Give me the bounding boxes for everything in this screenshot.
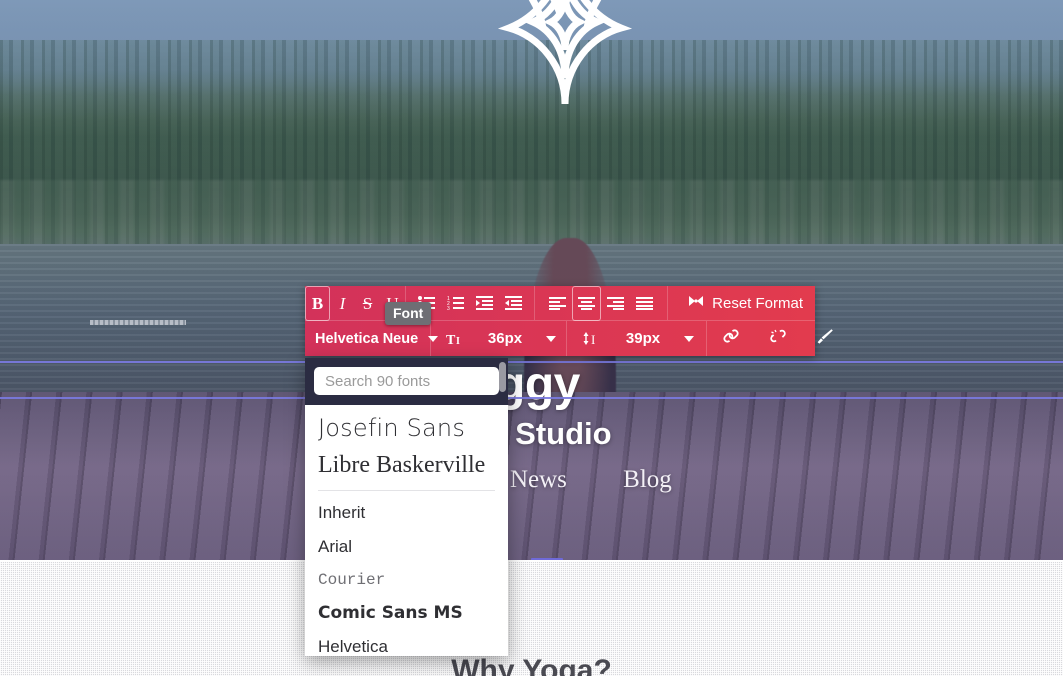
font-option-helvetica[interactable]: Helvetica (305, 630, 508, 656)
editor-screen: Iggy oga Studio About News Blog Why Yoga… (0, 0, 1063, 676)
lotus-mandala-logo-icon (461, 0, 669, 108)
font-option-arial[interactable]: Arial (305, 530, 508, 564)
font-dropdown-panel: Josefin Sans Libre Baskerville Inherit A… (305, 358, 508, 656)
font-search-box[interactable] (314, 367, 508, 395)
align-left-button[interactable] (543, 286, 572, 321)
background-detail (90, 320, 186, 325)
hero-title[interactable]: Iggy (0, 358, 1063, 412)
paintbrush-icon (816, 328, 834, 350)
line-height-group: I 39px (567, 321, 707, 356)
font-dropdown-scrollbar[interactable] (499, 362, 506, 392)
font-size-group: TI 36px (431, 321, 567, 356)
lower-section: Why Yoga? (0, 560, 1063, 676)
italic-button[interactable]: I (330, 286, 355, 321)
outdent-button[interactable] (470, 286, 499, 321)
svg-text:I: I (591, 332, 595, 346)
chevron-down-icon (684, 335, 695, 342)
selection-guide-bottom[interactable] (0, 397, 1063, 399)
reset-format-icon (688, 295, 704, 312)
font-option-courier[interactable]: Courier (305, 564, 508, 596)
font-option-inherit[interactable]: Inherit (305, 496, 508, 530)
hero-nav: About News Blog (0, 466, 1063, 494)
ordered-list-button[interactable]: 123 (441, 286, 470, 321)
nav-item-news[interactable]: News (510, 466, 567, 493)
selection-guide-top[interactable] (0, 361, 1063, 363)
unlink-button[interactable] (754, 321, 801, 356)
align-right-button[interactable] (601, 286, 630, 321)
reset-group: Reset Format (668, 286, 815, 320)
font-family-value: Helvetica Neue (315, 330, 419, 347)
svg-text:I: I (456, 336, 460, 346)
font-dropdown-header (305, 358, 508, 405)
line-height-select[interactable]: 39px (614, 330, 706, 347)
strikethrough-button[interactable]: S (355, 286, 380, 321)
line-height-value: 39px (625, 330, 661, 347)
toolbar-row-one: B I S U 123 (305, 286, 815, 321)
align-justify-button[interactable] (630, 286, 659, 321)
link-button[interactable] (707, 321, 754, 356)
font-size-select[interactable]: 36px (478, 330, 566, 347)
line-height-icon: I (567, 321, 614, 356)
font-family-group: Helvetica Neue (305, 321, 439, 356)
hero-subtitle[interactable]: oga Studio (0, 414, 1063, 454)
font-size-icon: TI (431, 321, 478, 356)
lower-section-heading[interactable]: Why Yoga? (0, 654, 1063, 676)
link-icon (722, 328, 740, 349)
font-option-comic-sans-ms[interactable]: Comic Sans MS (305, 596, 508, 630)
bold-button[interactable]: B (305, 286, 330, 321)
font-option-josefin-sans[interactable]: Josefin Sans (305, 405, 508, 447)
reset-format-button[interactable]: Reset Format (674, 295, 815, 312)
formatting-toolbar: B I S U 123 (305, 286, 833, 356)
font-search-input[interactable] (323, 368, 508, 394)
svg-text:3: 3 (447, 306, 450, 310)
toolbar-row-two: Helvetica Neue TI 36px I 39px (305, 321, 833, 356)
font-size-value: 36px (487, 330, 523, 347)
indent-button[interactable] (499, 286, 528, 321)
paintbrush-button[interactable] (801, 321, 848, 356)
font-list: Josefin Sans Libre Baskerville Inherit A… (305, 405, 508, 656)
align-center-button[interactable] (572, 286, 601, 321)
svg-text:T: T (446, 333, 456, 346)
unlink-icon (769, 328, 787, 349)
font-option-libre-baskerville[interactable]: Libre Baskerville (305, 447, 508, 488)
font-tooltip: Font (385, 302, 432, 325)
reset-format-label: Reset Format (712, 294, 803, 312)
nav-item-blog[interactable]: Blog (623, 466, 672, 493)
alignment-group (535, 286, 668, 320)
font-family-select[interactable]: Helvetica Neue (305, 330, 439, 347)
link-tools-group (707, 321, 848, 356)
font-list-divider (318, 490, 495, 491)
chevron-down-icon (546, 335, 557, 342)
